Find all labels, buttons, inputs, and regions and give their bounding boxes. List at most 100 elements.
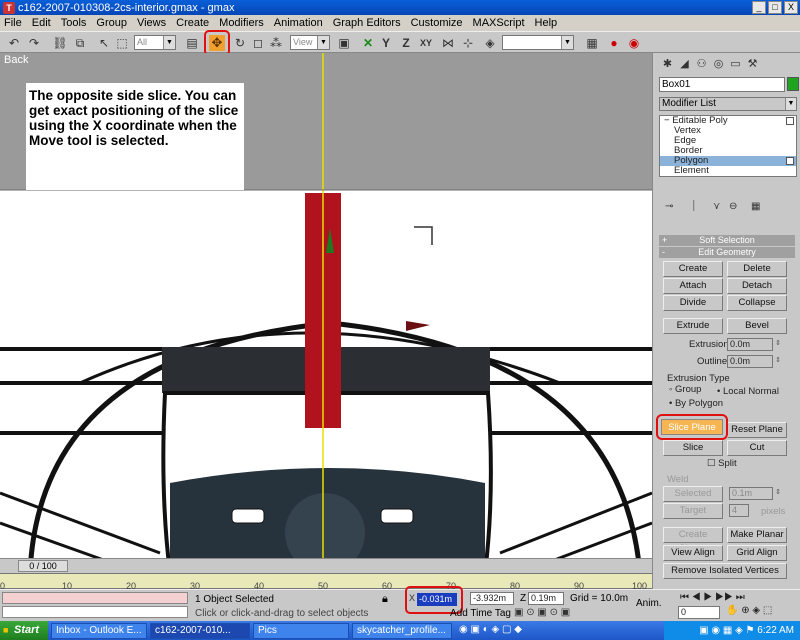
y-coordinate-field[interactable]: -3.932m: [470, 592, 514, 605]
create-button[interactable]: Create: [663, 261, 723, 277]
modifier-list-dropdown[interactable]: Modifier List ▼: [659, 97, 797, 111]
minimize-button[interactable]: _: [752, 1, 766, 14]
taskbar-item-gmax[interactable]: c162-2007-010...: [150, 622, 250, 639]
object-color-swatch[interactable]: [787, 77, 799, 91]
divide-button[interactable]: Divide: [663, 295, 723, 311]
attach-button[interactable]: Attach: [663, 278, 723, 294]
remove-isolated-vertices-button[interactable]: Remove Isolated Vertices: [663, 563, 787, 579]
menu-tools[interactable]: Tools: [61, 17, 87, 29]
use-pivot-center-icon[interactable]: ▣: [336, 35, 352, 51]
named-selection-dropdown[interactable]: ▼: [502, 35, 574, 50]
move-tool-icon[interactable]: ✥: [209, 35, 225, 51]
collapse-button[interactable]: Collapse: [727, 295, 787, 311]
bevel-button[interactable]: Bevel: [727, 318, 787, 334]
utilities-tab-icon[interactable]: ⚒: [744, 56, 761, 72]
align-icon[interactable]: ⊹: [460, 35, 476, 51]
lock-selection-icon[interactable]: 🔒︎: [382, 593, 388, 606]
add-time-tag-button[interactable]: Add Time Tag: [450, 608, 511, 619]
pin-stack-icon[interactable]: ⊸: [665, 201, 673, 212]
z-coordinate-field[interactable]: 0.19m: [528, 592, 564, 605]
menu-help[interactable]: Help: [535, 17, 558, 29]
region-select-icon[interactable]: ⬚: [114, 35, 130, 51]
hierarchy-tab-icon[interactable]: ⚇: [693, 56, 710, 72]
mirror-icon[interactable]: ⋈: [440, 35, 456, 51]
menu-create[interactable]: Create: [176, 17, 209, 29]
weld-selected-button[interactable]: Selected: [663, 486, 723, 502]
viewport-navigation-icons[interactable]: ✋ ⊕ ◈ ⬚: [726, 605, 772, 616]
maximize-button[interactable]: □: [768, 1, 782, 14]
weld-threshold-spinner[interactable]: 0.1m ⇕: [729, 487, 781, 500]
outline-spinner[interactable]: 0.0m ⇕: [727, 355, 781, 368]
track-bar[interactable]: 0 10 20 30 40 50 60 70 80 90 100: [0, 573, 652, 591]
back-viewport[interactable]: Back The opposite side slice. You can ge…: [0, 53, 652, 573]
rotate-icon[interactable]: ↻: [232, 35, 248, 51]
extrusion-spinner[interactable]: 0.0m ⇕: [727, 338, 781, 351]
weld-target-button[interactable]: Target: [663, 503, 723, 519]
material-editor-icon[interactable]: ▦: [584, 35, 600, 51]
undo-icon[interactable]: ↶: [6, 35, 22, 51]
viewport-label[interactable]: Back: [4, 54, 28, 66]
taskbar-item-skycatcher[interactable]: skycatcher_profile...: [352, 622, 452, 639]
gmax-app-icon[interactable]: T: [3, 1, 15, 14]
stack-item-element[interactable]: Element: [660, 166, 796, 176]
display-tab-icon[interactable]: ▭: [727, 56, 744, 72]
menu-modifiers[interactable]: Modifiers: [219, 17, 264, 29]
restrict-z-button[interactable]: Z: [398, 35, 414, 51]
menu-views[interactable]: Views: [137, 17, 166, 29]
create-shape-button[interactable]: Create Shape: [663, 527, 723, 554]
delete-button[interactable]: Delete: [727, 261, 787, 277]
edit-geometry-rollout[interactable]: - Edit Geometry: [659, 247, 795, 258]
x-coordinate-field[interactable]: -0.031m: [417, 593, 457, 606]
link-icon[interactable]: ⛓: [52, 35, 68, 51]
local-normal-radio[interactable]: • Local Normal: [717, 386, 779, 397]
menu-edit[interactable]: Edit: [32, 17, 51, 29]
slice-button[interactable]: Slice: [663, 440, 723, 456]
playback-controls[interactable]: ⏮ ◀ ▶ ▶▶ ⏭: [680, 592, 745, 603]
time-slider-thumb[interactable]: 0 / 100: [18, 560, 68, 572]
time-slider[interactable]: 0 / 100: [0, 558, 652, 573]
quick-launch-icons[interactable]: ◉ ▣ ◐ ◈ ▢ ◆: [455, 623, 547, 639]
menu-graph-editors[interactable]: Graph Editors: [333, 17, 401, 29]
taskbar-item-pics[interactable]: Pics: [253, 622, 349, 639]
make-unique-icon[interactable]: ⋎: [713, 201, 720, 212]
slice-plane-button[interactable]: Slice Plane: [661, 419, 723, 435]
start-button[interactable]: Start: [0, 621, 48, 640]
target-pixels-spinner[interactable]: 4: [729, 504, 749, 517]
configure-sets-icon[interactable]: ▦: [751, 201, 760, 212]
object-name-field[interactable]: Box01: [659, 77, 785, 92]
pivot-icon[interactable]: ⁂: [268, 35, 284, 51]
restrict-x-icon[interactable]: ✕: [360, 35, 376, 51]
maxscript-output[interactable]: [2, 606, 188, 618]
extrude-button[interactable]: Extrude: [663, 318, 723, 334]
reset-plane-button[interactable]: Reset Plane: [727, 422, 787, 438]
render-icon[interactable]: ●: [606, 35, 622, 51]
soft-selection-rollout[interactable]: + Soft Selection: [659, 235, 795, 246]
selection-filter-dropdown[interactable]: All ▼: [134, 35, 176, 50]
view-align-button[interactable]: View Align: [663, 545, 723, 561]
clock[interactable]: 6:22 AM: [757, 625, 794, 636]
reference-coord-dropdown[interactable]: View ▼: [290, 35, 330, 50]
snap-icon[interactable]: ◈: [482, 35, 498, 51]
menu-customize[interactable]: Customize: [411, 17, 463, 29]
create-tab-icon[interactable]: ✱: [659, 56, 676, 72]
menu-file[interactable]: File: [4, 17, 22, 29]
menu-animation[interactable]: Animation: [274, 17, 323, 29]
motion-tab-icon[interactable]: ◎: [710, 56, 727, 72]
redo-icon[interactable]: ↷: [26, 35, 42, 51]
close-button[interactable]: X: [784, 1, 798, 14]
maxscript-listener-input[interactable]: [2, 592, 188, 604]
menu-maxscript[interactable]: MAXScript: [473, 17, 525, 29]
restrict-xy-button[interactable]: XY: [418, 35, 434, 51]
menu-group[interactable]: Group: [96, 17, 127, 29]
taskbar-item-outlook[interactable]: Inbox - Outlook E...: [51, 622, 147, 639]
select-by-name-icon[interactable]: ▤: [184, 35, 200, 51]
tray-icons[interactable]: ▣ ◉ ▦ ◈ ⚑: [699, 625, 757, 636]
cut-button[interactable]: Cut: [727, 440, 787, 456]
remove-modifier-icon[interactable]: ⊖: [729, 201, 737, 212]
quick-render-icon[interactable]: ◉: [626, 35, 642, 51]
by-polygon-radio[interactable]: • By Polygon: [669, 398, 723, 409]
split-checkbox[interactable]: ☐ Split: [707, 458, 737, 469]
animate-button[interactable]: Anim.: [636, 598, 662, 609]
restrict-y-button[interactable]: Y: [378, 35, 394, 51]
modify-tab-icon[interactable]: ◢: [676, 56, 693, 72]
